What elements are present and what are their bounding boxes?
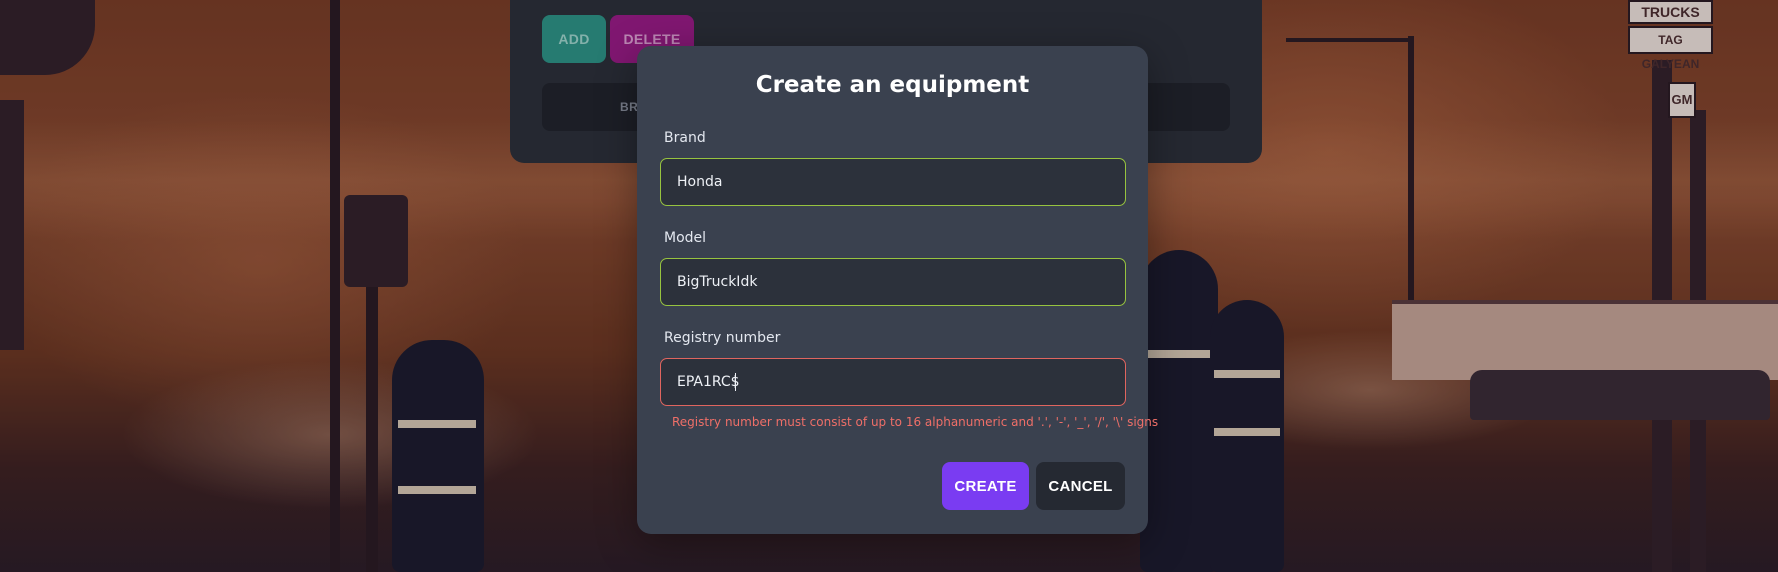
- brand-input[interactable]: [660, 158, 1126, 206]
- create-equipment-dialog: Create an equipment Brand Model Registry…: [637, 46, 1158, 534]
- model-label: Model: [664, 230, 707, 246]
- dialog-title: Create an equipment: [755, 72, 1030, 98]
- text-caret: [735, 373, 736, 391]
- brand-label: Brand: [664, 130, 706, 146]
- cancel-button[interactable]: CANCEL: [1036, 462, 1125, 510]
- model-input[interactable]: [660, 258, 1126, 306]
- registry-number-label: Registry number: [664, 330, 781, 346]
- create-button[interactable]: CREATE: [942, 462, 1029, 510]
- registry-number-input[interactable]: [660, 358, 1126, 406]
- registry-number-error: Registry number must consist of up to 16…: [672, 415, 1159, 429]
